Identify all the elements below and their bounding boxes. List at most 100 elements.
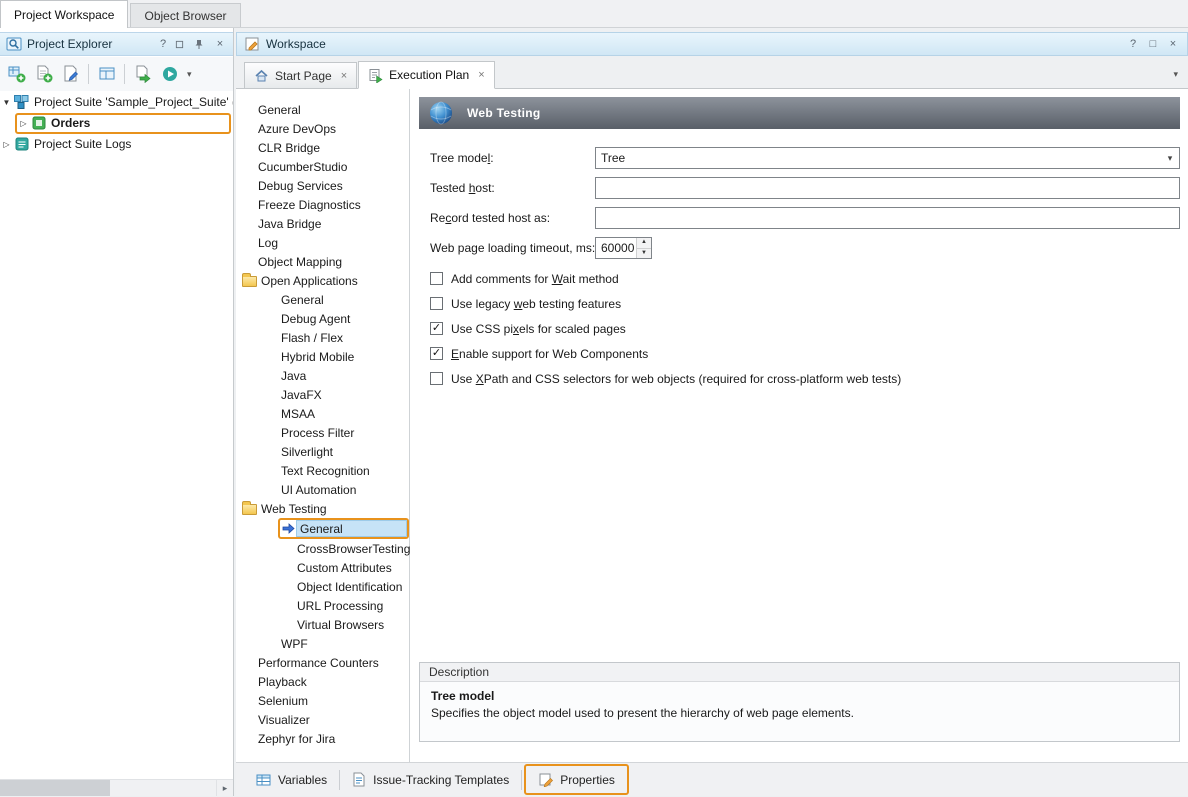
spinner-up-icon[interactable]: ▲ <box>637 238 651 248</box>
tab-issue-tracking-templates[interactable]: Issue-Tracking Templates <box>340 763 521 797</box>
nav-item-zephyr-for-jira[interactable]: Zephyr for Jira <box>236 729 409 748</box>
nav-item-open-applications-general[interactable]: General <box>236 290 409 309</box>
add-project-icon[interactable] <box>31 62 56 87</box>
form-row-timeout: Web page loading timeout, ms: 60000 ▲ ▼ <box>419 233 1180 263</box>
nav-item-custom-attributes[interactable]: Custom Attributes <box>236 558 409 577</box>
checkbox-legacy-features[interactable] <box>430 297 443 310</box>
nav-item-debug-services[interactable]: Debug Services <box>236 176 409 195</box>
checkbox-web-components[interactable]: ✓ <box>430 347 443 360</box>
help-icon[interactable]: ? <box>156 37 170 51</box>
checkbox-xpath-css[interactable] <box>430 372 443 385</box>
nav-item-label: Open Applications <box>261 274 358 288</box>
pin-icon[interactable] <box>194 39 208 50</box>
timeout-label: Web page loading timeout, ms: <box>430 241 595 255</box>
nav-item-playback[interactable]: Playback <box>236 672 409 691</box>
scroll-right-icon[interactable]: ▸ <box>216 780 233 796</box>
add-item-icon[interactable] <box>130 62 155 87</box>
bottom-tab-bar: Variables Issue-Tracking Templates Prope… <box>236 762 1188 796</box>
scrollbar-thumb[interactable] <box>0 780 110 796</box>
tab-object-browser[interactable]: Object Browser <box>130 3 240 27</box>
edit-project-icon[interactable] <box>58 62 83 87</box>
nav-item-clr-bridge[interactable]: CLR Bridge <box>236 138 409 157</box>
tested-host-input[interactable] <box>595 177 1180 199</box>
tree-item-label: Orders <box>51 116 90 130</box>
nav-item-visualizer[interactable]: Visualizer <box>236 710 409 729</box>
horizontal-scrollbar[interactable]: ▸ <box>0 779 233 796</box>
web-testing-settings: Web Testing Tree model: Tree ▾ Tested ho… <box>411 89 1188 762</box>
project-explorer-toolbar: ▾ <box>0 57 233 91</box>
nav-item-text-recognition[interactable]: Text Recognition <box>236 461 409 480</box>
panels-icon[interactable] <box>94 62 119 87</box>
nav-item-label: Web Testing <box>261 502 327 516</box>
folder-icon <box>242 504 257 515</box>
checkbox-group: Add comments for Wait method Use legacy … <box>419 266 1180 391</box>
nav-item-javafx[interactable]: JavaFX <box>236 385 409 404</box>
nav-item-freeze-diagnostics[interactable]: Freeze Diagnostics <box>236 195 409 214</box>
chevron-down-icon[interactable]: ▾ <box>184 69 195 80</box>
tab-label: Start Page <box>275 69 332 83</box>
tree-model-select[interactable]: Tree ▾ <box>595 147 1180 169</box>
tab-separator <box>521 770 522 790</box>
maximize-icon[interactable]: □ <box>1146 37 1160 51</box>
nav-item-wpf[interactable]: WPF <box>236 634 409 653</box>
nav-item-url-processing[interactable]: URL Processing <box>236 596 409 615</box>
close-icon[interactable]: × <box>1166 37 1180 51</box>
tab-list-chevron-down-icon[interactable]: ▾ <box>1173 69 1178 80</box>
nav-item-object-identification[interactable]: Object Identification <box>236 577 409 596</box>
tab-start-page[interactable]: Start Page × <box>244 62 357 88</box>
float-window-icon[interactable] <box>175 40 189 49</box>
spinner-down-icon[interactable]: ▼ <box>637 248 651 259</box>
project-explorer-icon <box>6 36 22 52</box>
nav-item-process-filter[interactable]: Process Filter <box>236 423 409 442</box>
nav-item-azure-devops[interactable]: Azure DevOps <box>236 119 409 138</box>
run-project-icon[interactable] <box>157 62 182 87</box>
nav-item-selenium[interactable]: Selenium <box>236 691 409 710</box>
nav-item-web-testing-general[interactable]: General <box>236 518 409 539</box>
checkbox-css-pixels[interactable]: ✓ <box>430 322 443 335</box>
nav-item-web-testing[interactable]: Web Testing <box>236 499 409 518</box>
tab-properties[interactable]: Properties <box>526 766 627 793</box>
nav-item-java[interactable]: Java <box>236 366 409 385</box>
page-title: Web Testing <box>467 106 541 120</box>
tab-label: Execution Plan <box>389 68 469 82</box>
close-tab-icon[interactable]: × <box>478 69 484 81</box>
scrollbar-track[interactable] <box>110 780 216 796</box>
nav-item-silverlight[interactable]: Silverlight <box>236 442 409 461</box>
tree-item-project-suite[interactable]: ▼ Project Suite 'Sample_Project_Suite' (… <box>0 92 233 112</box>
nav-item-msaa[interactable]: MSAA <box>236 404 409 423</box>
nav-item-ui-automation[interactable]: UI Automation <box>236 480 409 499</box>
timeout-spinner[interactable]: 60000 ▲ ▼ <box>595 237 652 259</box>
add-project-suite-icon[interactable] <box>4 62 29 87</box>
tree-item-orders[interactable]: ▷ Orders <box>0 112 233 134</box>
nav-item-log[interactable]: Log <box>236 233 409 252</box>
help-icon[interactable]: ? <box>1126 37 1140 51</box>
nav-item-java-bridge[interactable]: Java Bridge <box>236 214 409 233</box>
tab-label: Variables <box>278 773 327 787</box>
nav-item-crossbrowsertesting[interactable]: CrossBrowserTesting <box>236 539 409 558</box>
nav-item-general[interactable]: General <box>236 100 409 119</box>
nav-item-hybrid-mobile[interactable]: Hybrid Mobile <box>236 347 409 366</box>
tab-project-workspace[interactable]: Project Workspace <box>0 0 128 28</box>
nav-item-object-mapping[interactable]: Object Mapping <box>236 252 409 271</box>
tree-expander-icon[interactable]: ▷ <box>0 140 13 149</box>
chevron-down-icon[interactable]: ▾ <box>1161 153 1179 164</box>
tab-variables[interactable]: Variables <box>244 763 339 797</box>
tree-item-project-suite-logs[interactable]: ▷ Project Suite Logs <box>0 134 233 154</box>
close-icon[interactable]: × <box>213 37 227 51</box>
tree-expander-icon[interactable]: ▼ <box>0 98 13 107</box>
close-tab-icon[interactable]: × <box>341 70 347 82</box>
nav-item-cucumberstudio[interactable]: CucumberStudio <box>236 157 409 176</box>
record-tested-host-input[interactable] <box>595 207 1180 229</box>
spinner-buttons: ▲ ▼ <box>636 238 651 258</box>
nav-item-virtual-browsers[interactable]: Virtual Browsers <box>236 615 409 634</box>
nav-item-debug-agent[interactable]: Debug Agent <box>236 309 409 328</box>
nav-item-performance-counters[interactable]: Performance Counters <box>236 653 409 672</box>
nav-item-open-applications[interactable]: Open Applications <box>236 271 409 290</box>
tab-execution-plan[interactable]: Execution Plan × <box>358 61 495 89</box>
nav-item-flash-flex[interactable]: Flash / Flex <box>236 328 409 347</box>
tree-expander-icon[interactable]: ▷ <box>17 119 30 128</box>
checkbox-add-comments[interactable] <box>430 272 443 285</box>
project-explorer-panel: Project Explorer ? × ▾ <box>0 28 234 796</box>
description-header: Description <box>420 663 1179 682</box>
annotation-highlight-properties: Properties <box>524 764 629 795</box>
